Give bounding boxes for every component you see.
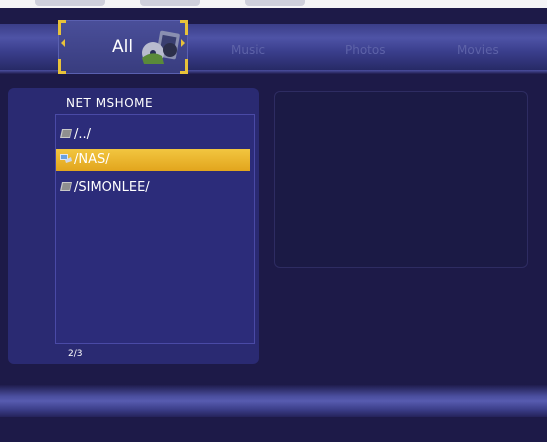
footer-bar [0, 385, 547, 417]
top-edge-nub [140, 0, 200, 6]
arrow-left-icon[interactable] [61, 39, 65, 47]
top-edge-nub [245, 0, 305, 6]
media-icon [142, 30, 180, 64]
list-item[interactable]: /SIMONLEE/ [56, 177, 250, 199]
top-edge [0, 0, 547, 8]
list-item-label: /SIMONLEE/ [74, 180, 150, 195]
tab-music[interactable]: Music [231, 43, 265, 57]
focus-bracket [58, 59, 66, 74]
list-item[interactable]: /NAS/ [56, 149, 250, 171]
list-item-label: /../ [74, 127, 92, 142]
item-counter: 2/3 [68, 349, 83, 359]
folder-icon [60, 129, 72, 138]
browser-title: NET MSHOME [66, 96, 154, 110]
list-item[interactable]: /../ [56, 124, 250, 146]
preview-pane [274, 91, 528, 268]
list-item-label: /NAS/ [74, 152, 110, 167]
top-edge-nub [35, 0, 105, 6]
focus-bracket [58, 20, 66, 35]
tab-movies[interactable]: Movies [457, 43, 499, 57]
network-drive-icon [60, 154, 72, 163]
tab-all-label: All [112, 37, 134, 57]
tab-all[interactable]: All [58, 20, 188, 74]
tab-photos[interactable]: Photos [345, 43, 385, 57]
folder-icon [60, 182, 72, 191]
